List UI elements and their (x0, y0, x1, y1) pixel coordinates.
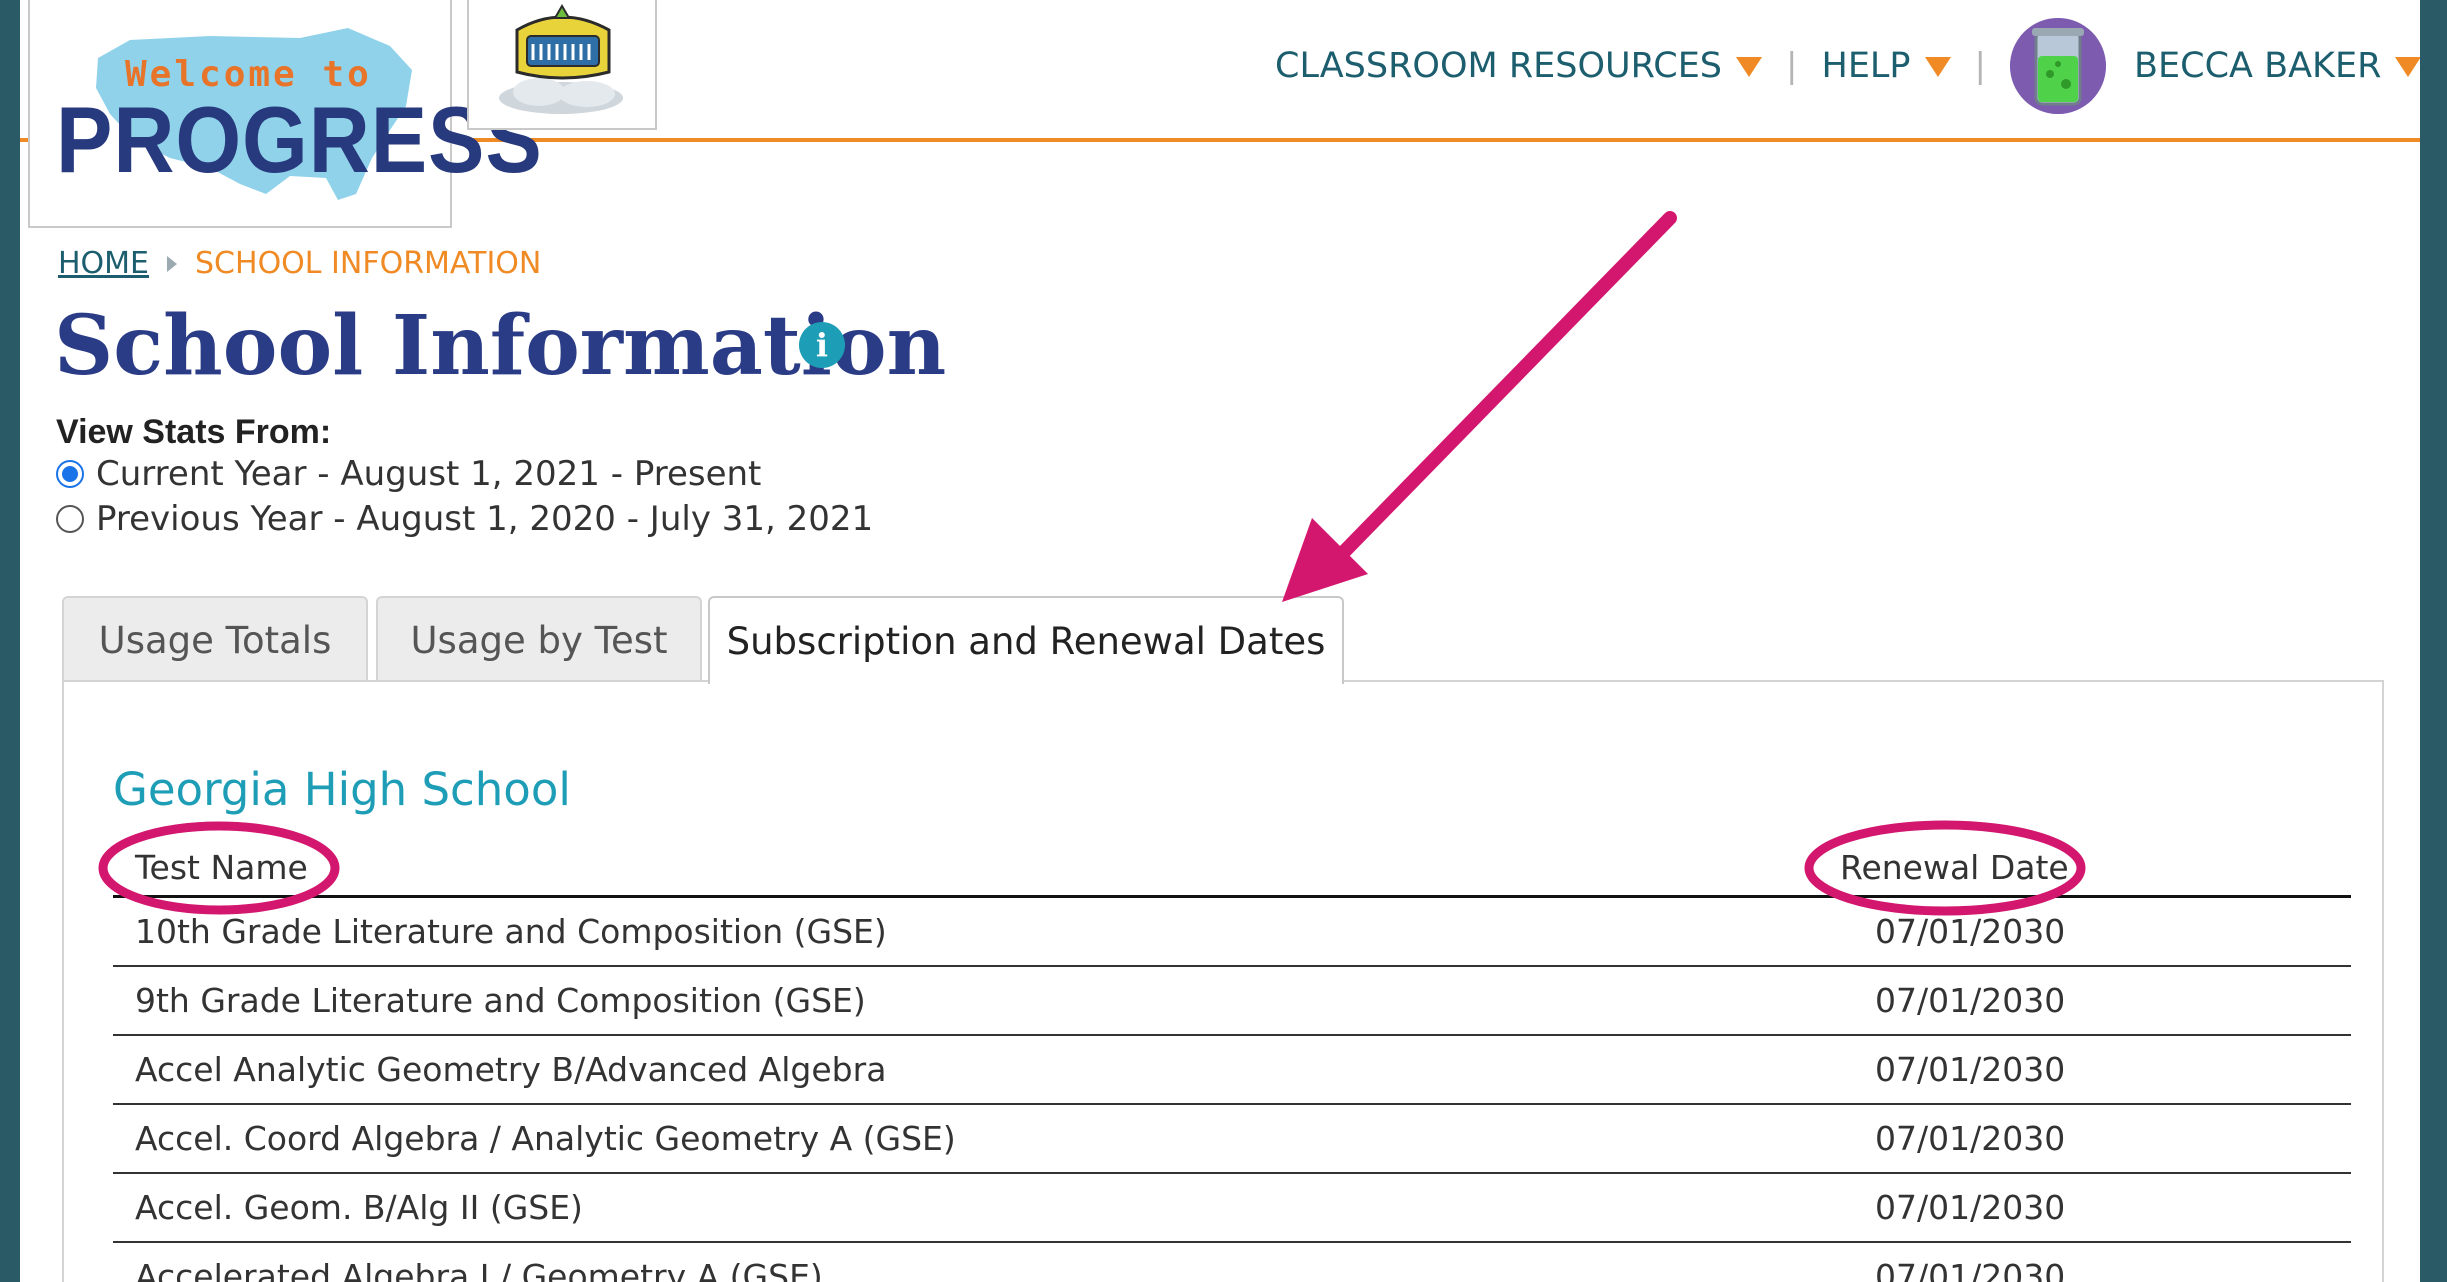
renewal-date-cell: 07/01/2030 (1875, 1188, 2066, 1227)
classroom-resources-label: CLASSROOM RESOURCES (1275, 46, 1723, 86)
help-menu[interactable]: HELP (1822, 46, 1951, 86)
radio-option-current-year[interactable]: Current Year - August 1, 2021 - Present (56, 454, 761, 494)
page: Welcome to PROGRESS CLASSROOM RESOURCES … (20, 0, 2420, 1282)
renewal-date-cell: 07/01/2030 (1875, 912, 2066, 951)
liftoff-logo[interactable] (467, 0, 657, 130)
radio-current-year[interactable] (56, 460, 84, 488)
radio-option-previous-year[interactable]: Previous Year - August 1, 2020 - July 31… (56, 499, 873, 539)
breadcrumb: HOME SCHOOL INFORMATION (58, 246, 541, 281)
test-name-cell: Accelerated Algebra I / Geometry A (GSE) (135, 1257, 823, 1282)
caret-down-icon (2395, 57, 2420, 77)
classroom-resources-menu[interactable]: CLASSROOM RESOURCES (1275, 46, 1763, 86)
welcome-to-progress-logo[interactable]: Welcome to PROGRESS (28, 0, 542, 228)
test-name-cell: Accel. Coord Algebra / Analytic Geometry… (135, 1119, 956, 1158)
radio-previous-year[interactable] (56, 505, 84, 533)
column-header-test-name: Test Name (135, 848, 308, 887)
tab-usage-totals[interactable]: Usage Totals (62, 596, 368, 682)
breadcrumb-current: SCHOOL INFORMATION (195, 246, 542, 281)
caret-down-icon (1736, 57, 1763, 77)
breadcrumb-arrow-icon (167, 255, 178, 272)
info-icon[interactable]: i (799, 322, 845, 368)
help-label: HELP (1821, 46, 1911, 86)
view-stats-label: View Stats From: (56, 413, 332, 451)
annotation-arrow-head (1282, 518, 1368, 602)
table-row: 9th Grade Literature and Composition (GS… (113, 967, 2351, 1036)
annotation-arrow-shaft (1331, 211, 1677, 565)
nav-separator: | (1974, 46, 1987, 86)
renewal-date-cell: 07/01/2030 (1875, 1050, 2066, 1089)
liftoff-rocket-icon (499, 4, 623, 114)
top-nav: CLASSROOM RESOURCES | HELP | BECCA BAKER (1275, 18, 2420, 114)
renewal-date-cell: 07/01/2030 (1875, 1257, 2066, 1282)
tab-subscription-and-renewal-dates[interactable]: Subscription and Renewal Dates (708, 596, 1344, 684)
test-name-cell: 9th Grade Literature and Composition (GS… (135, 981, 866, 1020)
user-name-label: BECCA BAKER (2134, 46, 2382, 86)
test-name-cell: 10th Grade Literature and Composition (G… (135, 912, 887, 951)
school-name: Georgia High School (113, 763, 571, 816)
table-row: 10th Grade Literature and Composition (G… (113, 898, 2351, 967)
table-row: Accel. Coord Algebra / Analytic Geometry… (113, 1105, 2351, 1174)
column-header-renewal-date: Renewal Date (1840, 848, 2069, 887)
avatar[interactable] (2010, 18, 2107, 114)
test-name-cell: Accel Analytic Geometry B/Advanced Algeb… (135, 1050, 887, 1089)
nav-separator: | (1786, 46, 1798, 86)
breadcrumb-home-link[interactable]: HOME (58, 246, 149, 281)
test-name-cell: Accel. Geom. B/Alg II (GSE) (135, 1188, 583, 1227)
renewal-date-cell: 07/01/2030 (1875, 1119, 2066, 1158)
radio-label-current-year: Current Year - August 1, 2021 - Present (96, 454, 762, 494)
beaker-icon (2010, 18, 2107, 114)
radio-label-previous-year: Previous Year - August 1, 2020 - July 31… (96, 499, 874, 539)
user-menu[interactable]: BECCA BAKER (2134, 46, 2420, 86)
tab-usage-by-test[interactable]: Usage by Test (376, 596, 702, 682)
caret-down-icon (1924, 57, 1951, 77)
table-row: Accel Analytic Geometry B/Advanced Algeb… (113, 1036, 2351, 1105)
table-row: Accel. Geom. B/Alg II (GSE) 07/01/2030 (113, 1174, 2351, 1243)
renewal-date-cell: 07/01/2030 (1875, 981, 2066, 1020)
table-row: Accelerated Algebra I / Geometry A (GSE)… (113, 1243, 2351, 1282)
